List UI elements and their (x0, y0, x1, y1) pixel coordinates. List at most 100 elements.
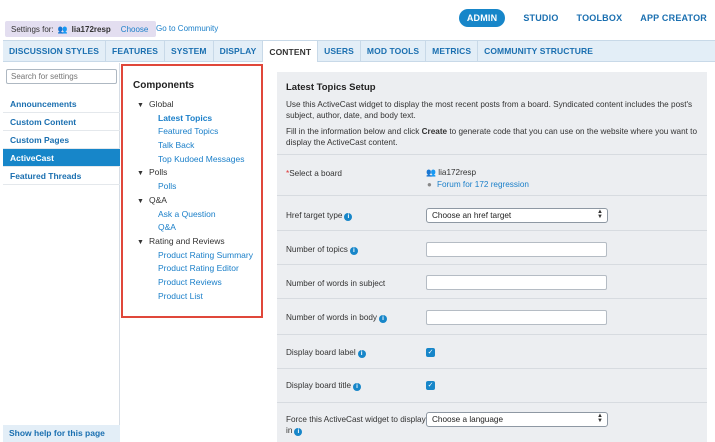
sidebar-list: Announcements Custom Content Custom Page… (3, 95, 120, 185)
number-of-topics-label: Number of topics i (286, 244, 358, 255)
words-in-body-input[interactable] (426, 310, 607, 325)
tree-item-qa[interactable]: Q&A (137, 221, 262, 235)
tree-group-global[interactable]: ▼ Global (137, 98, 262, 112)
select-caret-icon: ▲ ▼ (597, 209, 603, 220)
info-icon[interactable]: i (349, 247, 358, 255)
info-icon[interactable]: i (353, 383, 362, 391)
number-of-topics-label-text: Number of topics (286, 245, 348, 254)
board-link-text: Forum for 172 regression (437, 180, 529, 189)
choose-link[interactable]: Choose (121, 25, 149, 34)
sidebar-item-custom-content[interactable]: Custom Content (3, 113, 120, 131)
users-icon: 👥 (57, 24, 68, 34)
info-icon[interactable]: i (294, 428, 303, 436)
group-label: Q&A (149, 194, 167, 205)
force-language-label-text: Force this ActiveCast widget to display (286, 415, 426, 424)
settings-for-badge: Settings for: 👥 lia172resp Choose (5, 21, 157, 37)
display-board-label-text: Display board label (286, 348, 356, 357)
top-nav: ADMIN STUDIO TOOLBOX APP CREATOR (458, 9, 707, 27)
board-owner: 👥 lia172resp (426, 168, 476, 177)
display-board-title-text: Display board title (286, 381, 352, 390)
language-value: Choose a language (432, 415, 504, 424)
tree-group-rating-reviews[interactable]: ▼ Rating and Reviews (137, 235, 262, 249)
go-to-community-link[interactable]: Go to Community (156, 24, 218, 33)
display-board-title-row: Display board title i ✓ (277, 368, 707, 402)
show-help-link[interactable]: Show help for this page (3, 425, 120, 442)
href-target-select[interactable]: Choose an href target ▲ ▼ (426, 208, 608, 223)
info-icon[interactable]: i (344, 213, 353, 221)
force-language-label-in: in (286, 426, 293, 435)
info-icon[interactable]: i (379, 315, 388, 323)
tree-item-polls[interactable]: Polls (137, 180, 262, 194)
display-board-title-label: Display board title i (286, 380, 362, 391)
href-target-row: Href target type i Choose an href target ▲… (277, 195, 707, 230)
select-caret-icon: ▲ ▼ (597, 413, 603, 424)
nav-studio[interactable]: STUDIO (523, 13, 558, 23)
settings-search-input[interactable] (6, 69, 117, 84)
info-icon[interactable]: i (357, 350, 366, 358)
tree-item-ask-a-question[interactable]: Ask a Question (137, 208, 262, 222)
expand-arrow-icon: ▼ (137, 170, 144, 178)
force-language-label: Force this ActiveCast widget to display … (286, 414, 426, 436)
sidebar-item-activecast[interactable]: ActiveCast (3, 149, 120, 167)
href-target-label-text: Href target type (286, 211, 343, 220)
tab-display[interactable]: DISPLAY (212, 41, 263, 61)
tab-mod-tools[interactable]: MOD TOOLS (359, 41, 425, 61)
tab-system[interactable]: SYSTEM (164, 41, 213, 61)
display-board-label-checkbox[interactable]: ✓ (426, 348, 435, 357)
select-board-label: *Select a board (286, 168, 342, 179)
tree-item-product-reviews[interactable]: Product Reviews (137, 276, 262, 290)
words-in-subject-label: Number of words in subject (286, 279, 386, 288)
tree-group-qa[interactable]: ▼ Q&A (137, 194, 262, 208)
display-board-label-row: Display board label i ✓ (277, 334, 707, 368)
expand-arrow-icon: ▼ (137, 197, 144, 205)
tab-content[interactable]: CONTENT (262, 41, 319, 62)
tab-discussion-styles[interactable]: DISCUSSION STYLES (3, 41, 105, 61)
settings-for-label: Settings for: (11, 24, 54, 34)
top-bar: Settings for: 👥 lia172resp Choose Go to … (0, 0, 715, 38)
tree-item-featured-topics[interactable]: Featured Topics (137, 125, 262, 139)
number-of-topics-input[interactable] (426, 242, 607, 257)
tree-item-latest-topics[interactable]: Latest Topics (137, 112, 262, 126)
nav-admin[interactable]: ADMIN (458, 9, 506, 27)
expand-arrow-icon: ▼ (137, 102, 144, 109)
words-in-subject-row: Number of words in subject (277, 264, 707, 298)
tree-item-top-kudoed-messages[interactable]: Top Kudoed Messages (137, 153, 262, 167)
nav-toolbox[interactable]: TOOLBOX (577, 13, 623, 23)
words-in-body-label: Number of words in body i (286, 312, 388, 323)
chat-bubble-icon: ● (427, 180, 432, 189)
href-target-label: Href target type i (286, 210, 353, 221)
tree-item-product-rating-editor[interactable]: Product Rating Editor (137, 262, 262, 276)
expand-arrow-icon: ▼ (137, 238, 144, 246)
settings-sidebar: Announcements Custom Content Custom Page… (3, 63, 120, 442)
tree-group-polls[interactable]: ▼ Polls (137, 166, 262, 180)
sidebar-item-featured-threads[interactable]: Featured Threads (3, 167, 120, 185)
tree-item-talk-back[interactable]: Talk Back (137, 139, 262, 153)
group-label: Rating and Reviews (149, 235, 225, 246)
language-select[interactable]: Choose a language ▲ ▼ (426, 412, 608, 427)
tab-community-structure[interactable]: COMMUNITY STRUCTURE (477, 41, 599, 61)
display-board-title-checkbox[interactable]: ✓ (426, 381, 435, 390)
tab-features[interactable]: FEATURES (105, 41, 164, 61)
display-board-label-label: Display board label i (286, 347, 366, 358)
tab-users[interactable]: USERS (318, 41, 360, 61)
sidebar-item-announcements[interactable]: Announcements (3, 95, 120, 113)
tab-metrics[interactable]: METRICS (425, 41, 477, 61)
sidebar-item-custom-pages[interactable]: Custom Pages (3, 131, 120, 149)
words-in-body-row: Number of words in body i (277, 298, 707, 334)
users-icon: 👥 (426, 168, 436, 177)
components-title: Components (133, 80, 195, 91)
components-panel: Components ▼ Global Latest Topics Feature… (121, 64, 263, 318)
components-tree: ▼ Global Latest Topics Featured Topics Ta… (137, 98, 262, 303)
words-in-subject-input[interactable] (426, 275, 607, 290)
setup-description: Use this ActiveCast widget to display th… (286, 100, 693, 120)
settings-user: lia172resp (71, 24, 111, 34)
instructions-create: Create (421, 127, 448, 136)
words-in-body-label-text: Number of words in body (286, 313, 378, 322)
nav-app-creator[interactable]: APP CREATOR (640, 13, 707, 23)
setup-instructions: Fill in the information below and click … (286, 126, 698, 148)
setup-title: Latest Topics Setup (286, 82, 376, 93)
tree-item-product-rating-summary[interactable]: Product Rating Summary (137, 249, 262, 263)
tree-item-product-list[interactable]: Product List (137, 290, 262, 304)
href-target-value: Choose an href target (432, 211, 512, 220)
board-link[interactable]: ● Forum for 172 regression (427, 180, 529, 189)
